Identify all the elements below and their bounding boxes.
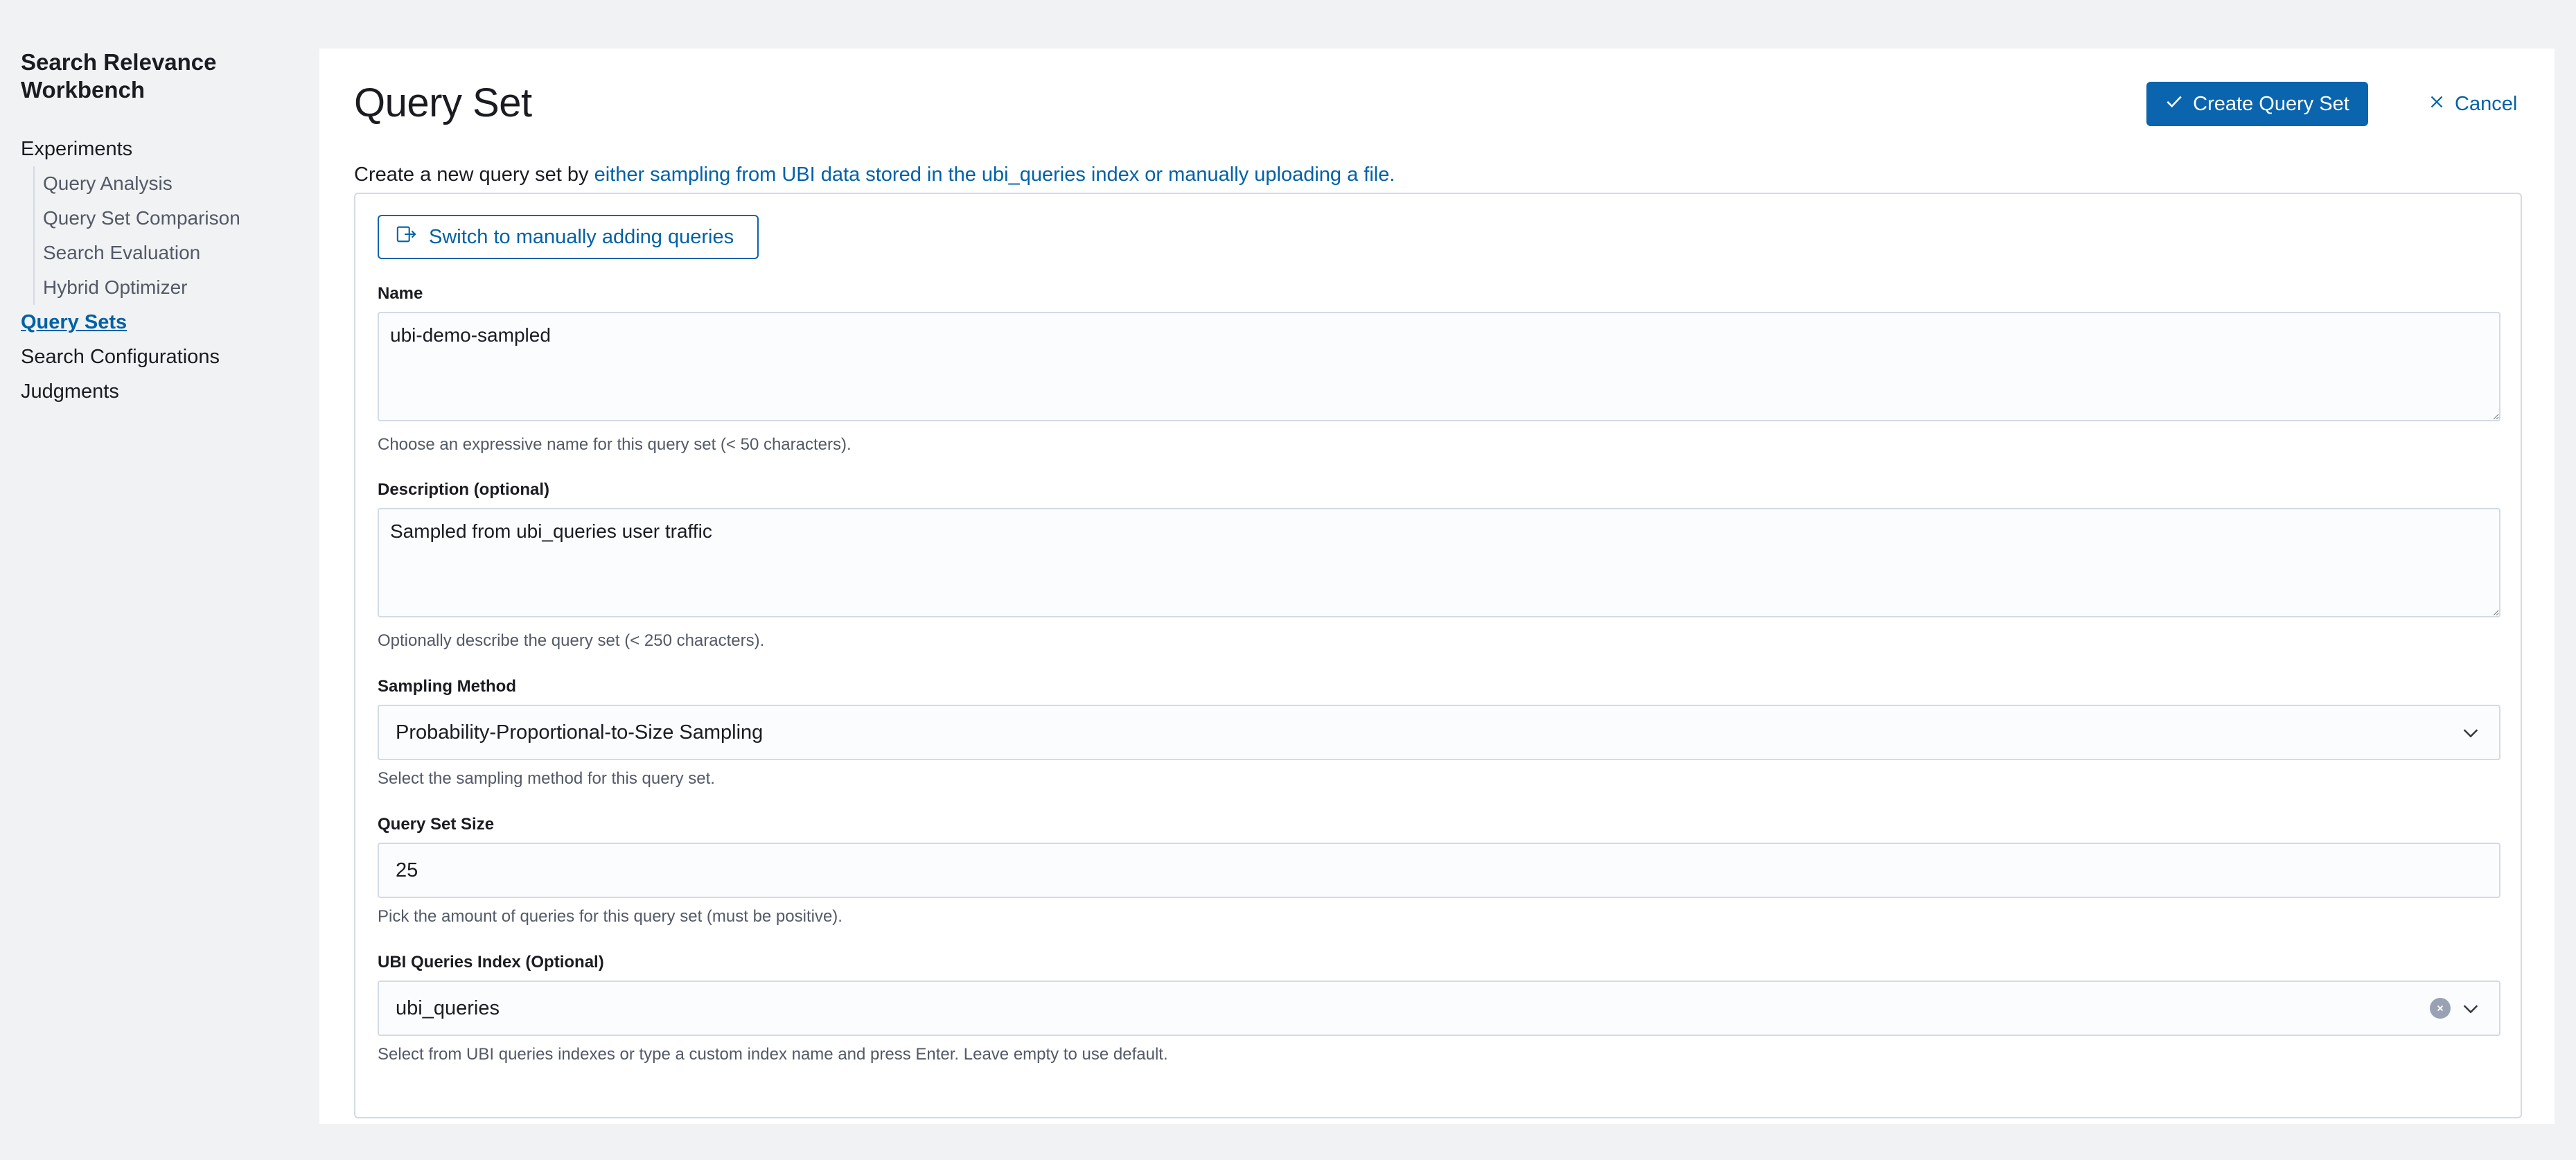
chevron-down-icon[interactable] <box>2460 722 2481 743</box>
query-set-form: Switch to manually adding queries Name u… <box>354 193 2522 1118</box>
ubi-index-label: UBI Queries Index (Optional) <box>378 953 604 972</box>
sampling-method-label: Sampling Method <box>378 677 516 696</box>
sidebar-item-query-sets[interactable]: Query Sets <box>21 305 319 340</box>
sidebar-nav: Experiments Query Analysis Query Set Com… <box>21 132 319 409</box>
sidebar-item-judgments[interactable]: Judgments <box>21 374 319 409</box>
main-content: Query Set Create Query Set Cancel Create… <box>319 49 2555 1124</box>
name-help: Choose an expressive name for this query… <box>378 435 852 454</box>
query-set-size-field[interactable] <box>378 843 2500 898</box>
chevron-down-icon[interactable] <box>2460 998 2481 1019</box>
sidebar-subnav: Query Analysis Query Set Comparison Sear… <box>33 166 319 305</box>
switch-label: Switch to manually adding queries <box>429 225 734 248</box>
sidebar-item-search-configurations[interactable]: Search Configurations <box>21 340 319 374</box>
ubi-index-combobox[interactable]: ubi_queries <box>378 981 2500 1036</box>
intro-text: Create a new query set by either samplin… <box>354 164 1395 186</box>
description-field[interactable]: Sampled from ubi_queries user traffic <box>378 508 2500 617</box>
name-label: Name <box>378 284 423 303</box>
sidebar-item-search-evaluation[interactable]: Search Evaluation <box>43 236 319 270</box>
page-title: Query Set <box>354 80 532 125</box>
name-field[interactable]: ubi-demo-sampled <box>378 312 2500 421</box>
sampling-method-select[interactable]: Probability-Proportional-to-Size Samplin… <box>378 705 2500 760</box>
sidebar-item-experiments[interactable]: Experiments <box>21 132 319 166</box>
query-set-size-input[interactable] <box>396 859 2336 882</box>
create-query-set-button[interactable]: Create Query Set <box>2146 82 2368 126</box>
close-icon <box>2428 93 2445 116</box>
app-title: Search Relevance Workbench <box>21 49 217 103</box>
intro-prefix: Create a new query set by <box>354 164 594 186</box>
cancel-button[interactable]: Cancel <box>2412 82 2550 126</box>
ubi-index-help: Select from UBI queries indexes or type … <box>378 1045 1168 1064</box>
query-set-size-label: Query Set Size <box>378 815 495 834</box>
sampling-method-value: Probability-Proportional-to-Size Samplin… <box>396 721 764 744</box>
create-query-set-label: Create Query Set <box>2193 92 2349 115</box>
ubi-index-value: ubi_queries <box>396 996 500 1019</box>
clear-icon[interactable] <box>2430 998 2451 1019</box>
switch-to-manual-button[interactable]: Switch to manually adding queries <box>378 215 759 259</box>
switch-icon <box>396 224 416 250</box>
description-help: Optionally describe the query set (< 250… <box>378 631 765 650</box>
sampling-method-help: Select the sampling method for this quer… <box>378 769 715 788</box>
sidebar: Search Relevance Workbench Experiments Q… <box>0 0 319 1160</box>
sidebar-item-query-set-comparison[interactable]: Query Set Comparison <box>43 201 319 236</box>
description-label: Description (optional) <box>378 480 549 499</box>
intro-link[interactable]: either sampling from UBI data stored in … <box>594 164 1395 186</box>
cancel-label: Cancel <box>2455 92 2518 115</box>
sidebar-item-hybrid-optimizer[interactable]: Hybrid Optimizer <box>43 270 319 305</box>
query-set-size-help: Pick the amount of queries for this quer… <box>378 907 843 926</box>
sidebar-item-query-analysis[interactable]: Query Analysis <box>43 166 319 201</box>
check-icon <box>2165 92 2183 116</box>
